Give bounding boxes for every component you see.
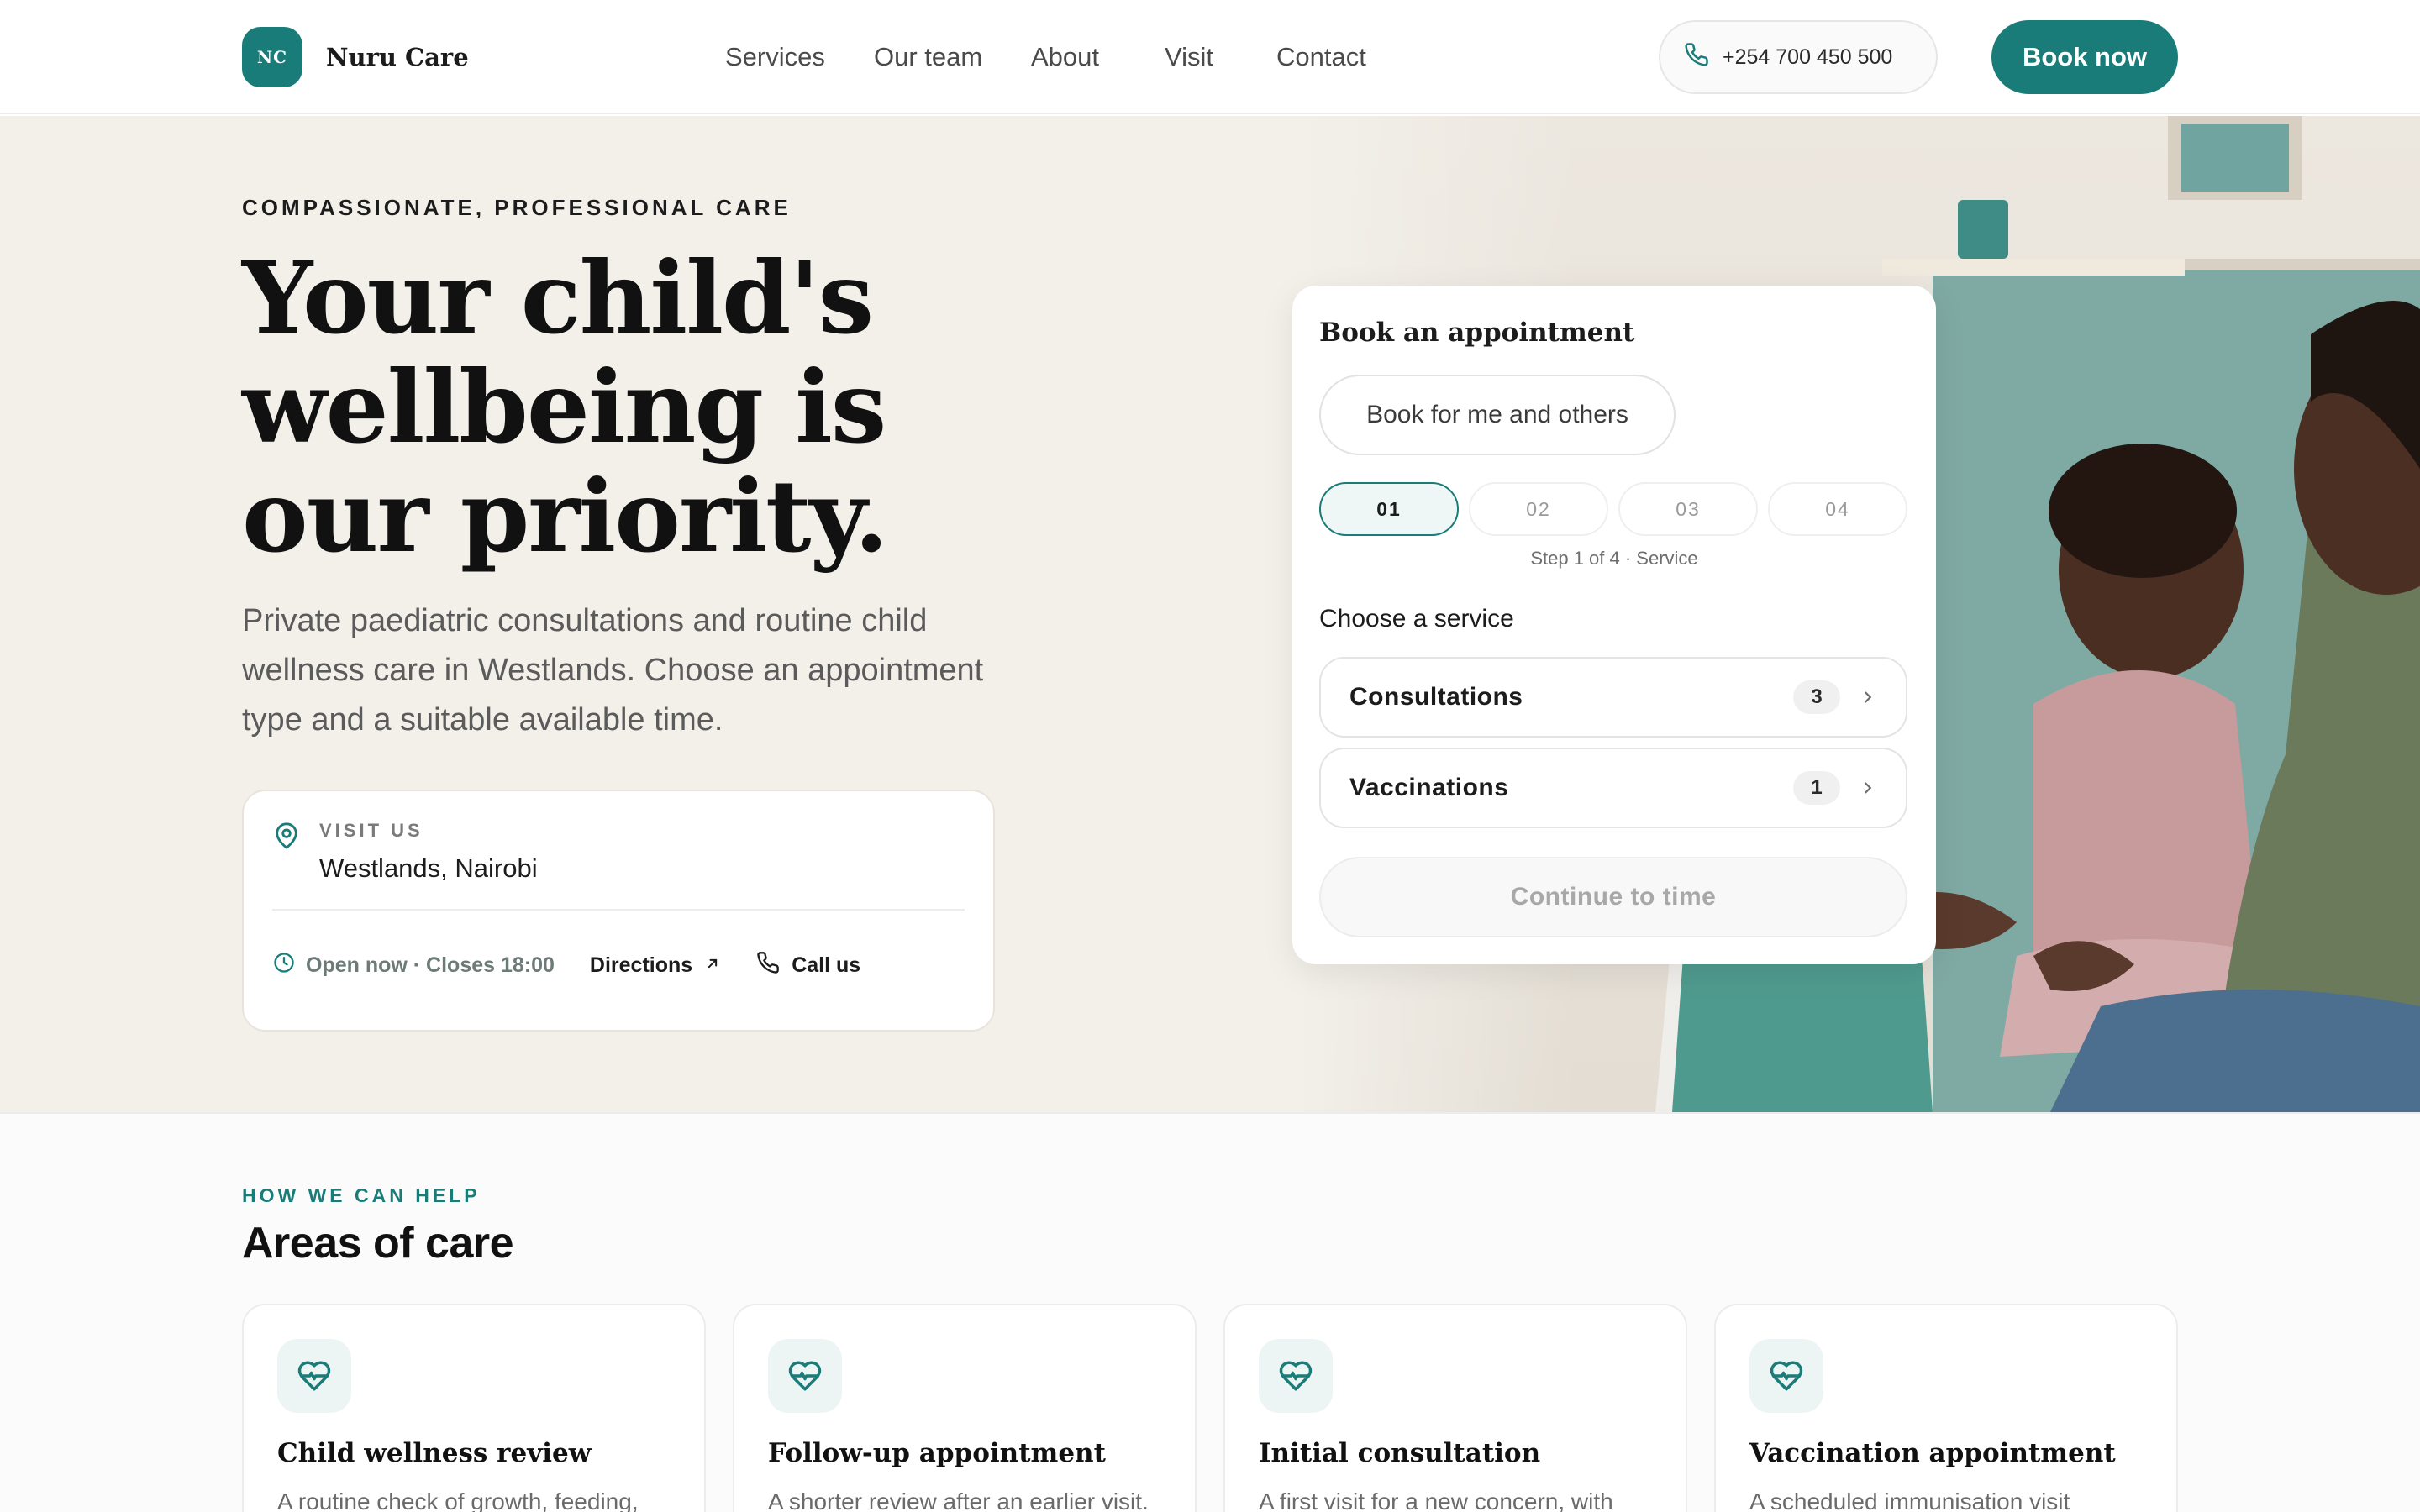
- book-for-others-button[interactable]: Book for me and others: [1319, 375, 1676, 455]
- heart-pulse-icon: [1259, 1339, 1333, 1413]
- map-pin-icon: [272, 822, 301, 854]
- visit-card: VISIT US Westlands, Nairobi Open now · C…: [242, 790, 995, 1032]
- visit-actions: Open now · Closes 18:00 Directions Call …: [272, 951, 860, 980]
- nav-link-services[interactable]: Services: [725, 37, 825, 77]
- call-us-label: Call us: [792, 953, 861, 977]
- visit-label: VISIT US: [319, 820, 424, 841]
- care-card-initial-consultation[interactable]: Initial consultation A first visit for a…: [1223, 1304, 1687, 1512]
- step-4[interactable]: 04: [1768, 482, 1907, 536]
- service-count-badge: 3: [1793, 680, 1840, 714]
- phone-icon: [1684, 42, 1709, 73]
- call-us-link[interactable]: Call us: [756, 951, 860, 980]
- opening-status-text: Open now · Closes 18:00: [306, 953, 555, 977]
- phone-number: +254 700 450 500: [1723, 45, 1893, 69]
- care-card-title: Vaccination appointment: [1749, 1438, 2116, 1468]
- heart-pulse-icon: [277, 1339, 351, 1413]
- care-card-title: Initial consultation: [1259, 1438, 1541, 1468]
- headline-line-2: wellbeing is: [242, 349, 886, 465]
- hero-section: COMPASSIONATE, PROFESSIONAL CARE Your ch…: [0, 116, 2420, 1112]
- phone-button[interactable]: +254 700 450 500: [1659, 20, 1938, 94]
- choose-service-label: Choose a service: [1319, 605, 1514, 633]
- care-card-description: A shorter review after an earlier visit.: [768, 1488, 1149, 1512]
- step-1[interactable]: 01: [1319, 482, 1459, 536]
- care-card-description: A routine check of growth, feeding,: [277, 1488, 639, 1512]
- hero-headline: Your child's wellbeing is our priority.: [242, 244, 998, 571]
- nav-link-our-team[interactable]: Our team: [874, 37, 982, 77]
- step-caption: Step 1 of 4 · Service: [1530, 548, 1698, 569]
- booking-widget: Book an appointment Book for me and othe…: [1292, 286, 1936, 964]
- directions-label: Directions: [589, 953, 693, 977]
- visit-divider: [272, 909, 965, 911]
- care-card-child-wellness[interactable]: Child wellness review A routine check of…: [242, 1304, 706, 1512]
- care-card-title: Follow-up appointment: [768, 1438, 1106, 1468]
- chevron-right-icon: [1859, 688, 1877, 706]
- continue-to-time-button[interactable]: Continue to time: [1319, 857, 1907, 937]
- service-name: Consultations: [1349, 683, 1523, 711]
- directions-link[interactable]: Directions: [590, 953, 721, 978]
- areas-of-care-section: HOW WE CAN HELP Areas of care Child well…: [0, 1112, 2420, 1512]
- heart-pulse-icon: [768, 1339, 842, 1413]
- step-3[interactable]: 03: [1618, 482, 1758, 536]
- arrow-up-right-icon: [704, 953, 721, 978]
- care-card-description: A scheduled immunisation visit: [1749, 1488, 2070, 1512]
- phone-icon: [756, 951, 780, 980]
- nav-link-about[interactable]: About: [1031, 37, 1099, 77]
- care-card-follow-up[interactable]: Follow-up appointment A shorter review a…: [733, 1304, 1197, 1512]
- booking-title: Book an appointment: [1319, 318, 1635, 348]
- clock-icon: [272, 951, 296, 980]
- step-2[interactable]: 02: [1469, 482, 1608, 536]
- areas-title: Areas of care: [242, 1219, 514, 1268]
- nav-link-contact[interactable]: Contact: [1276, 37, 1366, 77]
- areas-eyebrow: HOW WE CAN HELP: [242, 1184, 481, 1206]
- service-count-badge: 1: [1793, 771, 1840, 805]
- hero-eyebrow: COMPASSIONATE, PROFESSIONAL CARE: [242, 195, 792, 220]
- nav-link-visit[interactable]: Visit: [1165, 37, 1213, 77]
- service-option-consultations[interactable]: Consultations 3: [1319, 657, 1907, 738]
- care-card-description: A first visit for a new concern, with: [1259, 1488, 1613, 1512]
- care-card-title: Child wellness review: [277, 1438, 592, 1468]
- book-now-button[interactable]: Book now: [1991, 20, 2178, 94]
- chevron-right-icon: [1859, 779, 1877, 797]
- service-option-vaccinations[interactable]: Vaccinations 1: [1319, 748, 1907, 828]
- care-card-vaccination[interactable]: Vaccination appointment A scheduled immu…: [1714, 1304, 2178, 1512]
- heart-pulse-icon: [1749, 1339, 1823, 1413]
- headline-line-1: Your child's: [242, 239, 874, 356]
- site-header: NC Nuru Care Services Our team About Vis…: [0, 0, 2420, 114]
- opening-status: Open now · Closes 18:00: [272, 951, 555, 980]
- service-name: Vaccinations: [1349, 774, 1509, 801]
- headline-line-3: our priority.: [242, 458, 889, 575]
- booking-steps: 01 02 03 04: [1319, 482, 1907, 536]
- visit-location: Westlands, Nairobi: [319, 853, 538, 883]
- hero-lead: Private paediatric consultations and rou…: [242, 603, 984, 738]
